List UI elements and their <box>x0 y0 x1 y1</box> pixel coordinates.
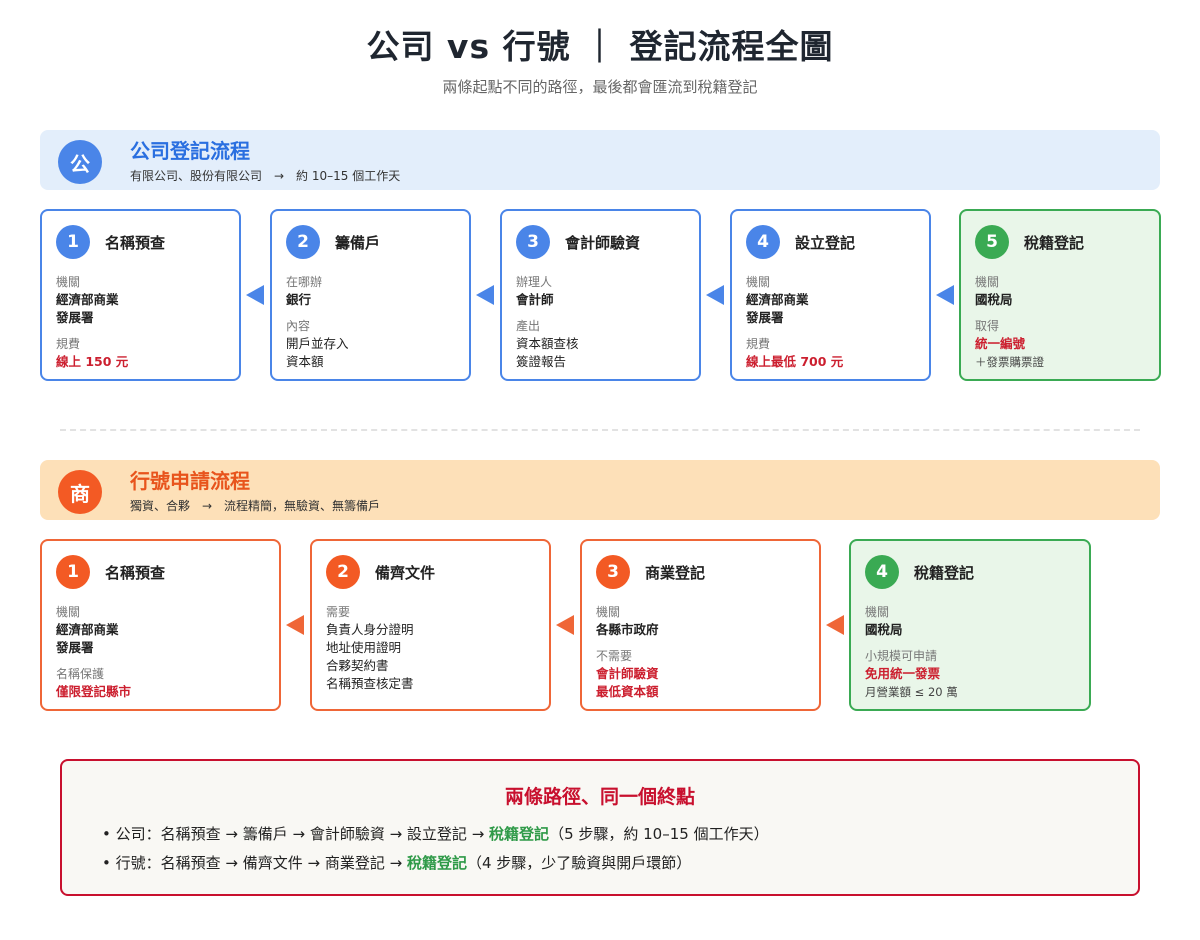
field-label: 取得 <box>975 319 1000 333</box>
step-number: 1 <box>56 225 90 259</box>
field-value: 經濟部商業 發展署 <box>746 292 809 325</box>
field-value: 銀行 <box>286 292 312 307</box>
step-title: 備齊文件 <box>375 563 436 582</box>
company-step-5-card: 5 稅籍登記 機關 國稅局 取得 統一編號 ＋發票購票證 <box>959 209 1161 381</box>
summary-line-highlight: 稅籍登記 <box>406 854 467 872</box>
field-value: 國稅局 <box>975 292 1013 307</box>
step-title: 設立登記 <box>795 233 856 252</box>
flow-arrow-icon <box>826 615 844 635</box>
step-number: 5 <box>975 225 1009 259</box>
flow-arrow-icon <box>706 285 724 305</box>
summary-line-company: • 公司：名稱預查 → 籌備戶 → 會計師驗資 → 設立登記 → 稅籍登記（5 … <box>102 823 769 844</box>
flow-arrow-icon <box>286 615 304 635</box>
step-number: 2 <box>326 555 360 589</box>
step-number: 3 <box>596 555 630 589</box>
shop-section-subtitle: 獨資、合夥 → 流程精簡，無驗資、無籌備戶 <box>130 499 381 513</box>
field-label: 機關 <box>596 605 621 619</box>
summary-line-shop: • 行號：名稱預查 → 備齊文件 → 商業登記 → 稅籍登記（4 步驟，少了驗資… <box>102 852 691 873</box>
field-note: 月營業額 ≤ 20 萬 <box>865 685 958 699</box>
shop-step-2-card: 2 備齊文件 需要 負責人身分證明 地址使用證明 合夥契約書 名稱預查核定書 <box>310 539 551 711</box>
company-step-4-card: 4 設立登記 機關 經濟部商業 發展署 規費 線上最低 700 元 <box>730 209 931 381</box>
shop-step-4-card: 4 稅籍登記 機關 國稅局 小規模可申請 免用統一發票 月營業額 ≤ 20 萬 <box>849 539 1091 711</box>
step-number: 4 <box>746 225 780 259</box>
field-value: 負責人身分證明 地址使用證明 合夥契約書 名稱預查核定書 <box>326 622 414 691</box>
field-value: 線上 150 元 <box>56 354 129 369</box>
field-value: 經濟部商業 發展署 <box>56 622 119 655</box>
field-value: 會計師驗資 最低資本額 <box>596 666 659 699</box>
summary-title: 兩條路徑、同一個終點 <box>504 786 695 808</box>
field-label: 機關 <box>865 605 890 619</box>
summary-line-text: • 公司：名稱預查 → 籌備戶 → 會計師驗資 → 設立登記 → <box>102 825 490 843</box>
field-label: 辦理人 <box>516 275 553 289</box>
field-label: 規費 <box>56 337 81 351</box>
field-value: 經濟部商業 發展署 <box>56 292 119 325</box>
field-label: 需要 <box>326 605 351 619</box>
step-title: 稅籍登記 <box>1024 233 1085 252</box>
field-label: 機關 <box>975 275 1000 289</box>
step-title: 商業登記 <box>645 563 706 582</box>
field-label: 產出 <box>516 319 541 333</box>
field-label: 小規模可申請 <box>865 649 938 663</box>
field-value: 線上最低 700 元 <box>746 354 844 369</box>
step-title: 名稱預查 <box>105 233 166 252</box>
company-section-subtitle: 有限公司、股份有限公司 → 約 10–15 個工作天 <box>130 169 401 183</box>
section-divider <box>60 429 1140 431</box>
step-number: 4 <box>865 555 899 589</box>
field-value: 開戶並存入 資本額 <box>286 336 349 369</box>
field-value: 免用統一發票 <box>865 666 941 681</box>
company-step-1-card: 1 名稱預查 機關 經濟部商業 發展署 規費 線上 150 元 <box>40 209 241 381</box>
field-note: ＋發票購票證 <box>975 355 1044 369</box>
summary-line-highlight: 稅籍登記 <box>489 825 550 843</box>
field-label: 機關 <box>56 605 81 619</box>
step-title: 會計師驗資 <box>565 233 641 252</box>
shop-section-title: 行號申請流程 <box>130 469 250 493</box>
shop-section-header: 商 行號申請流程 獨資、合夥 → 流程精簡，無驗資、無籌備戶 <box>40 460 1160 520</box>
field-label: 機關 <box>56 275 81 289</box>
shop-step-1-card: 1 名稱預查 機關 經濟部商業 發展署 名稱保護 僅限登記縣市 <box>40 539 281 711</box>
step-number: 2 <box>286 225 320 259</box>
flow-arrow-icon <box>476 285 494 305</box>
field-value: 各縣市政府 <box>596 622 659 637</box>
company-step-2-card: 2 籌備戶 在哪辦 銀行 內容 開戶並存入 資本額 <box>270 209 471 381</box>
flow-arrow-icon <box>246 285 264 305</box>
page-subtitle: 兩條起點不同的路徑，最後都會匯流到稅籍登記 <box>442 78 758 96</box>
field-label: 不需要 <box>596 649 633 663</box>
field-label: 規費 <box>746 337 771 351</box>
field-value: 會計師 <box>516 292 554 307</box>
field-label: 機關 <box>746 275 771 289</box>
field-value: 僅限登記縣市 <box>56 684 132 699</box>
field-value: 國稅局 <box>865 622 903 637</box>
step-title: 籌備戶 <box>335 233 381 252</box>
flow-arrow-icon <box>556 615 574 635</box>
field-value: 資本額查核 簽證報告 <box>516 336 579 369</box>
field-label: 名稱保護 <box>56 667 105 681</box>
step-number: 3 <box>516 225 550 259</box>
step-title: 名稱預查 <box>105 563 166 582</box>
company-section-header: 公 公司登記流程 有限公司、股份有限公司 → 約 10–15 個工作天 <box>40 130 1160 190</box>
step-title: 稅籍登記 <box>914 563 975 582</box>
company-badge: 公 <box>58 140 102 184</box>
field-label: 在哪辦 <box>286 275 323 289</box>
page-title: 公司 vs 行號 ｜ 登記流程全圖 <box>366 27 834 66</box>
summary-line-note: （5 步驟，約 10–15 個工作天） <box>549 825 769 843</box>
shop-step-3-card: 3 商業登記 機關 各縣市政府 不需要 會計師驗資 最低資本額 <box>580 539 821 711</box>
field-value: 統一編號 <box>975 336 1026 351</box>
shop-badge: 商 <box>58 470 102 514</box>
company-section-title: 公司登記流程 <box>130 139 250 163</box>
summary-line-note: （4 步驟，少了驗資與開戶環節） <box>466 854 692 872</box>
flow-arrow-icon <box>936 285 954 305</box>
company-step-3-card: 3 會計師驗資 辦理人 會計師 產出 資本額查核 簽證報告 <box>500 209 701 381</box>
field-label: 內容 <box>286 319 311 333</box>
summary-line-text: • 行號：名稱預查 → 備齊文件 → 商業登記 → <box>102 854 407 872</box>
step-number: 1 <box>56 555 90 589</box>
summary-box: 兩條路徑、同一個終點 • 公司：名稱預查 → 籌備戶 → 會計師驗資 → 設立登… <box>60 759 1140 896</box>
